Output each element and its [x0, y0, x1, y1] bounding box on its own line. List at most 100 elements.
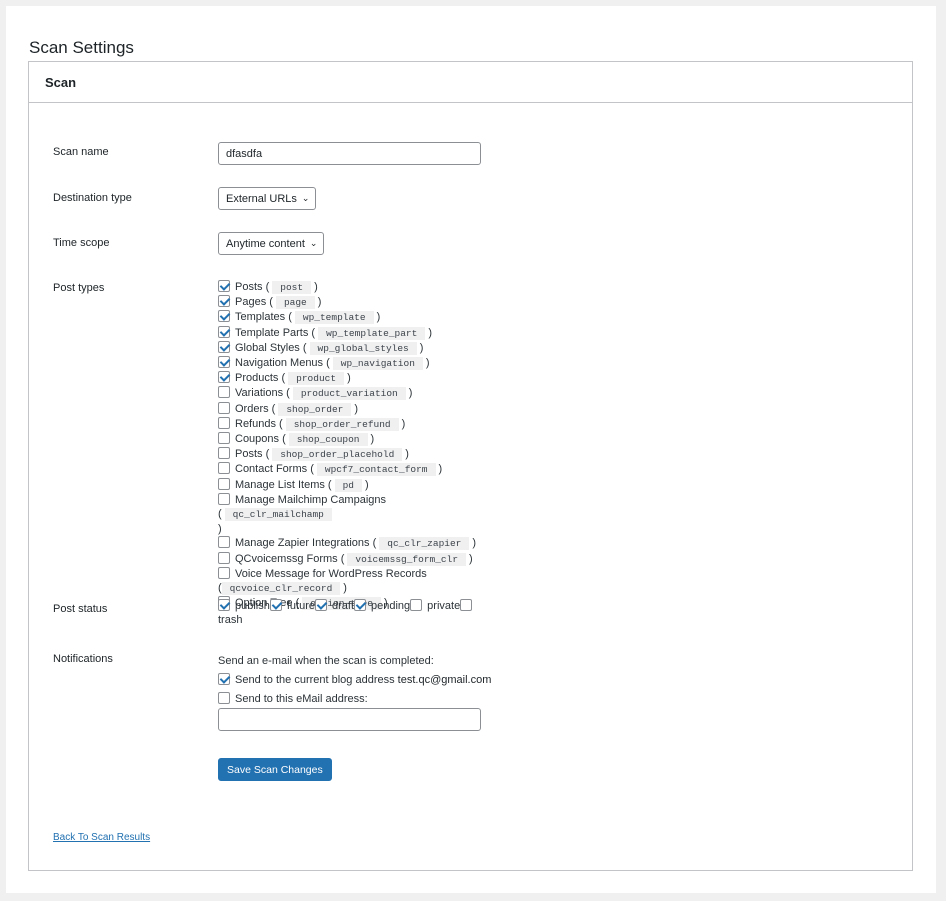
current-blog-email: test.qc@gmail.com	[397, 674, 492, 686]
post-type-label: Global Styles	[235, 341, 300, 354]
post-type-checkbox[interactable]	[218, 536, 230, 549]
post-status-checkbox[interactable]	[269, 599, 282, 611]
post-type-option[interactable]: Coupons (shop_coupon)	[218, 432, 488, 447]
post-type-option[interactable]: Manage List Items (pd)	[218, 477, 488, 493]
post-type-checkbox[interactable]	[218, 310, 230, 323]
post-status-option[interactable]: private	[410, 599, 460, 612]
post-type-option[interactable]: Manage Mailchimp Campaigns (qc_clr_mailc…	[218, 492, 488, 537]
post-status-checkbox[interactable]	[410, 599, 423, 611]
paren-close: )	[472, 537, 477, 550]
post-type-checkbox[interactable]	[218, 492, 230, 505]
post-type-checkbox[interactable]	[218, 386, 230, 399]
post-type-option[interactable]: Contact Forms (wpcf7_contact_form)	[218, 462, 488, 477]
post-type-slug: wpcf7_contact_form	[316, 463, 436, 477]
post-type-option[interactable]: Global Styles (wp_global_styles)	[218, 340, 488, 356]
post-type-checkbox[interactable]	[218, 340, 230, 353]
post-type-label: Coupons	[235, 433, 280, 446]
post-type-slug: voicemssg_form_clr	[347, 552, 467, 566]
post-type-checkbox[interactable]	[218, 462, 230, 475]
post-status-checkbox[interactable]	[315, 599, 327, 611]
time-scope-select[interactable]: Anytime content ⌄	[218, 232, 325, 255]
post-type-option[interactable]: Voice Message for WordPress Records (qcv…	[218, 566, 433, 596]
post-type-checkbox[interactable]	[218, 401, 230, 414]
chevron-down-icon: ⌄	[301, 193, 310, 203]
post-type-checkbox[interactable]	[218, 432, 230, 445]
scan-name-label: Scan name	[53, 146, 109, 158]
post-status-checkbox[interactable]	[460, 599, 473, 611]
post-type-slug: wp_template	[294, 311, 374, 325]
post-type-option[interactable]: Posts (post)	[218, 280, 488, 295]
post-type-label: Products	[235, 372, 279, 385]
post-type-option[interactable]: Template Parts (wp_template_part)	[218, 325, 488, 341]
post-type-slug: pd	[334, 478, 363, 492]
post-status-option[interactable]: draft	[315, 599, 354, 612]
paren-open: (	[369, 537, 377, 550]
current-blog-checkbox[interactable]	[218, 673, 230, 685]
paren-open: (	[324, 478, 332, 491]
destination-type-select[interactable]: External URLs ⌄	[218, 187, 317, 210]
paren-close: )	[408, 387, 413, 400]
save-scan-button[interactable]: Save Scan Changes	[218, 758, 332, 781]
post-status-option[interactable]: pending	[354, 599, 411, 612]
custom-email-checkbox[interactable]	[218, 692, 230, 704]
post-type-label: Manage Zapier Integrations	[235, 537, 370, 550]
post-type-checkbox[interactable]	[218, 416, 230, 429]
paren-close: )	[425, 357, 430, 370]
post-type-option[interactable]: Variations (product_variation)	[218, 386, 488, 401]
post-type-checkbox[interactable]	[218, 280, 230, 292]
post-type-checkbox[interactable]	[218, 371, 230, 384]
time-scope-value: Anytime content	[226, 237, 305, 250]
post-status-label: publish	[235, 600, 270, 612]
custom-email-input[interactable]	[218, 708, 481, 731]
post-type-slug: post	[272, 281, 312, 294]
post-type-slug: qcvoice_clr_record	[221, 582, 341, 596]
card-title: Scan	[45, 74, 77, 90]
post-type-option[interactable]: Orders (shop_order)	[218, 401, 488, 417]
post-type-checkbox[interactable]	[218, 551, 230, 564]
paren-close: )	[438, 463, 443, 476]
paren-open: (	[278, 372, 286, 385]
post-status-checkbox[interactable]	[354, 599, 367, 611]
paren-open: (	[275, 417, 283, 430]
post-type-option[interactable]: Refunds (shop_order_refund)	[218, 416, 488, 432]
post-type-option[interactable]: Manage Zapier Integrations (qc_clr_zapie…	[218, 536, 488, 551]
post-status-checkbox[interactable]	[218, 599, 230, 611]
post-type-option[interactable]: Navigation Menus (wp_navigation)	[218, 356, 488, 371]
post-type-label: Manage List Items	[235, 478, 325, 491]
post-type-label: Voice Message for WordPress Records	[235, 567, 427, 580]
post-status-label: pending	[371, 600, 411, 612]
post-status-option[interactable]: publish	[218, 599, 270, 612]
post-type-checkbox[interactable]	[218, 477, 230, 490]
post-type-checkbox[interactable]	[218, 566, 230, 579]
post-type-label: Contact Forms	[235, 463, 308, 476]
post-type-slug: shop_order_placehold	[272, 448, 403, 462]
custom-email-option[interactable]: Send to this eMail address:	[218, 692, 491, 705]
scan-name-input[interactable]	[218, 142, 481, 165]
paren-close: )	[428, 326, 432, 339]
post-type-checkbox[interactable]	[218, 325, 230, 338]
post-type-label: Templates	[235, 311, 286, 324]
post-status-label: Post status	[53, 603, 108, 615]
paren-open: (	[218, 508, 222, 521]
post-type-option[interactable]: Templates (wp_template)	[218, 310, 488, 325]
post-type-checkbox[interactable]	[218, 447, 230, 460]
post-type-option[interactable]: QCvoicemssg Forms (voicemssg_form_clr)	[218, 551, 488, 567]
post-type-option[interactable]: Products (product)	[218, 371, 488, 386]
back-to-results-link[interactable]: Back To Scan Results	[53, 832, 150, 843]
post-type-option[interactable]: Pages (page)	[218, 295, 488, 310]
scan-card: Scan Scan name Destination type External…	[28, 61, 913, 871]
post-type-label: Navigation Menus	[235, 357, 324, 370]
post-type-option[interactable]: Posts (shop_order_placehold)	[218, 447, 488, 462]
paren-close: )	[365, 478, 369, 491]
post-type-label: Template Parts	[235, 326, 309, 339]
bottom-strip	[0, 893, 946, 901]
post-type-slug: shop_order	[278, 402, 352, 416]
post-type-label: QCvoicemssg Forms	[235, 552, 338, 565]
current-blog-option[interactable]: Send to the current blog address test.qc…	[218, 673, 491, 686]
post-status-option[interactable]: future	[269, 599, 315, 612]
post-types-label: Post types	[53, 282, 105, 294]
post-type-checkbox[interactable]	[218, 356, 230, 369]
post-type-checkbox[interactable]	[218, 295, 230, 308]
chevron-down-icon: ⌄	[309, 238, 318, 248]
post-status-label: trash	[218, 614, 243, 626]
